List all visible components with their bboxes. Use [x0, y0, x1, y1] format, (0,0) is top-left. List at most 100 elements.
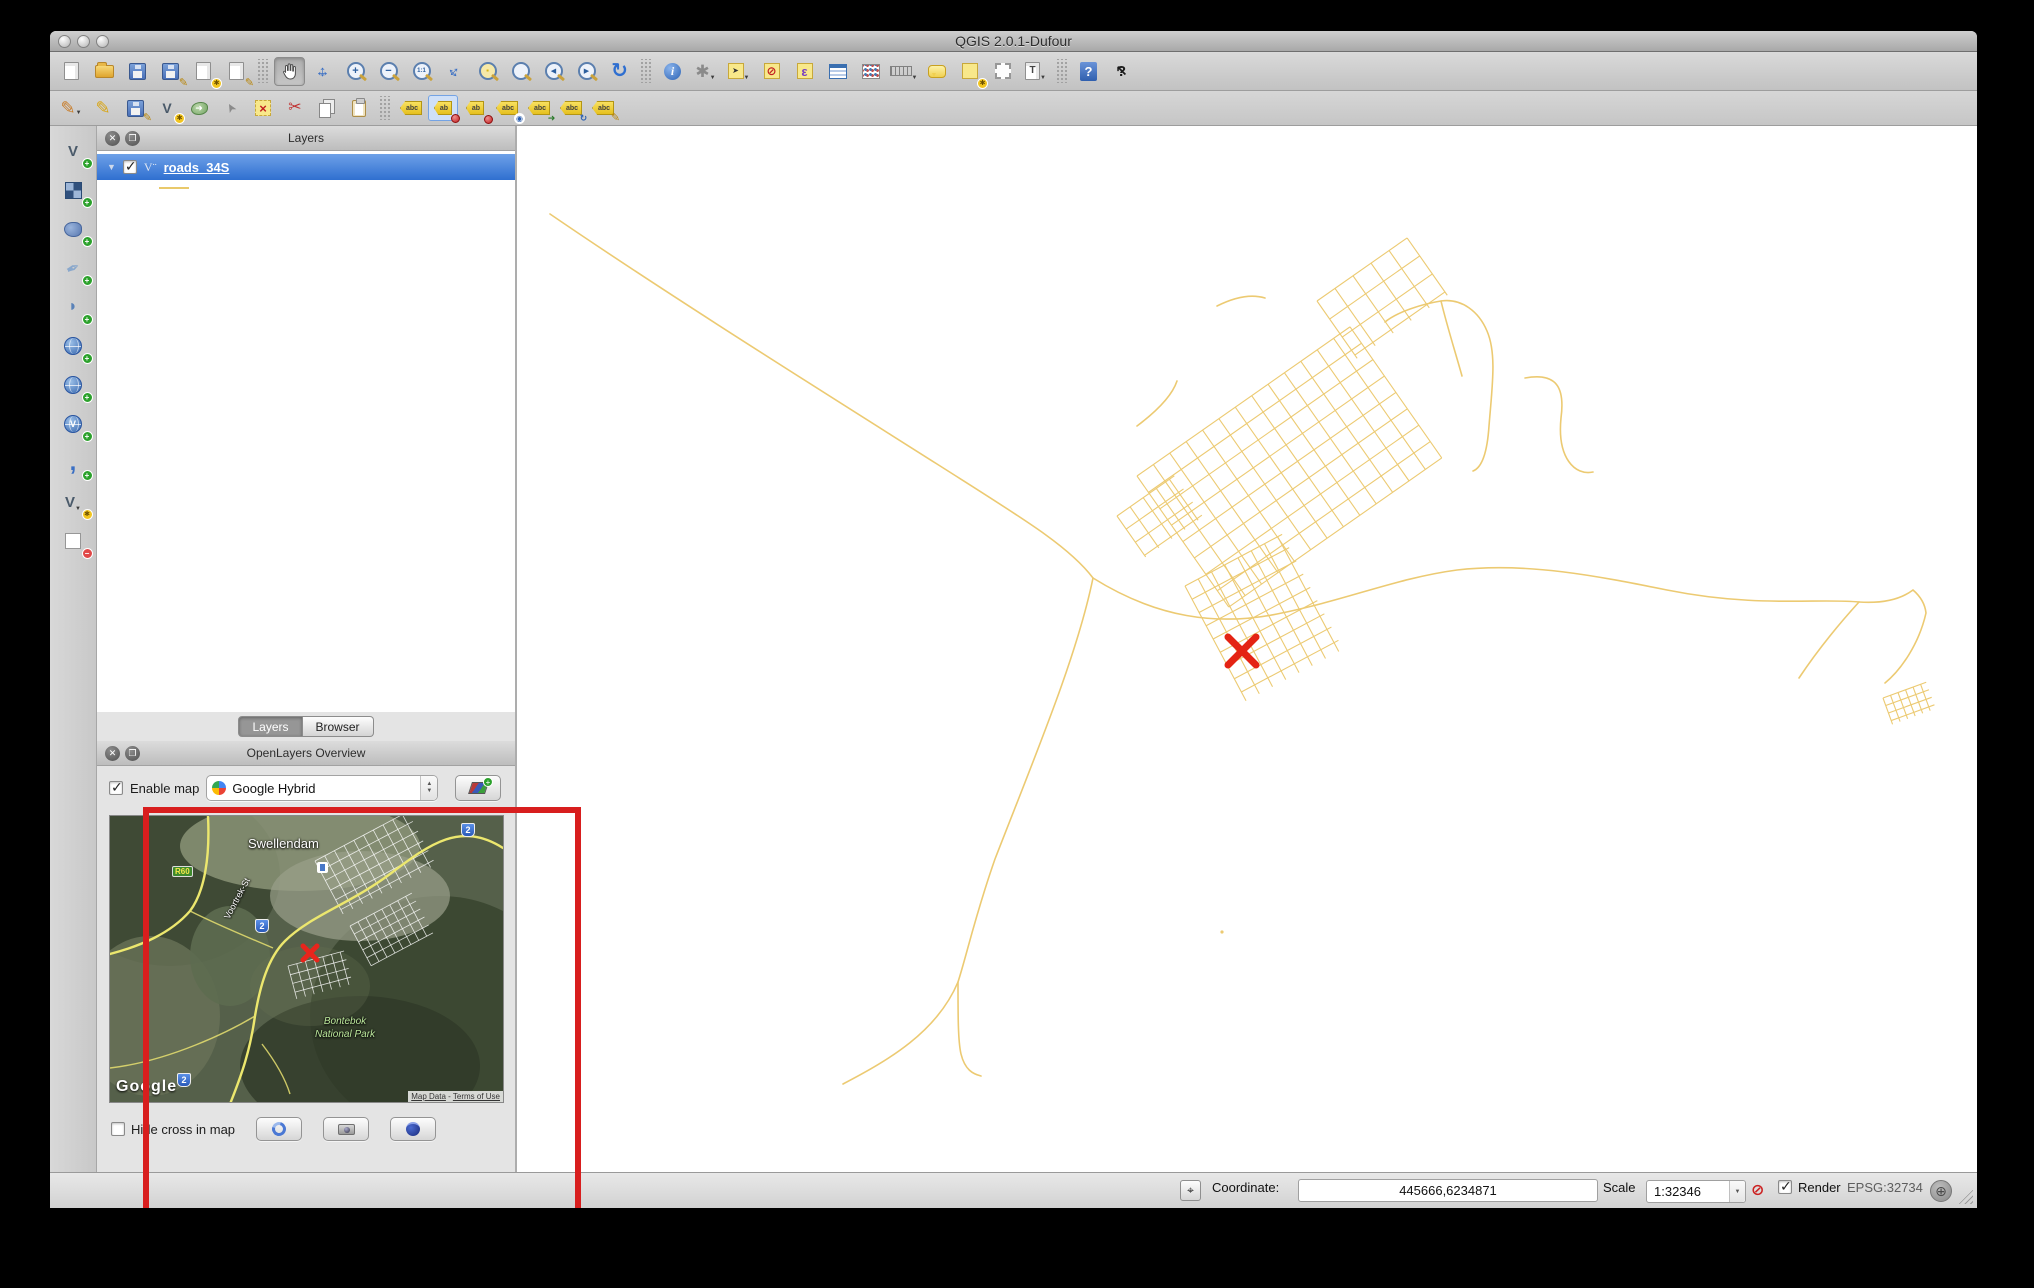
hide-cross-checkbox[interactable] [111, 1122, 125, 1136]
layers-panel-title: Layers [288, 131, 324, 145]
overview-map-thumbnail[interactable]: Swellendam R60 Voortrek-St 2 2 2 Bontebo… [109, 815, 504, 1103]
window-title: QGIS 2.0.1-Dufour [955, 33, 1072, 49]
cut-features-icon[interactable]: ✂ [280, 95, 310, 121]
map-canvas[interactable] [517, 126, 1977, 1172]
change-label-icon[interactable]: abc↻ [556, 95, 586, 121]
measure-line-icon[interactable]: ▼ [888, 57, 919, 86]
add-openlayers-layer-button[interactable]: + [455, 775, 501, 801]
open-attribute-table-icon[interactable] [822, 57, 853, 86]
expander-icon[interactable]: ▼ [107, 162, 116, 172]
current-edits-icon[interactable]: ✎▼ [56, 95, 86, 121]
zoom-last-icon[interactable]: ◀ [538, 57, 569, 86]
new-shapefile-layer-icon[interactable]: V✱▼ [57, 487, 90, 517]
map-provider-select[interactable]: Google Hybrid ▲▼ [206, 775, 438, 801]
float-panel-icon[interactable]: ❐ [125, 131, 140, 146]
new-print-composer-icon[interactable]: ✱ [188, 57, 219, 86]
node-tool-icon[interactable]: ➤ [216, 95, 246, 121]
refresh-map-icon[interactable]: ↻ [604, 57, 635, 86]
tab-browser[interactable]: Browser [303, 716, 374, 737]
zoom-in-icon[interactable]: + [340, 57, 371, 86]
earth-button[interactable] [390, 1117, 436, 1141]
zoom-to-layer-icon[interactable] [505, 57, 536, 86]
whats-this-icon[interactable]: ?↖ [1106, 57, 1137, 86]
extents-toggle-button[interactable]: ⌖ [1180, 1180, 1201, 1201]
title-bar[interactable]: QGIS 2.0.1-Dufour [50, 31, 1977, 52]
render-checkbox[interactable] [1778, 1180, 1792, 1194]
labeling-icon[interactable]: abc [396, 95, 426, 121]
paste-features-icon[interactable] [344, 95, 374, 121]
map-data-link[interactable]: Map Data [411, 1092, 446, 1101]
delete-selected-icon[interactable]: × [248, 95, 278, 121]
identify-features-icon[interactable]: i [657, 57, 688, 86]
maximize-window-icon[interactable] [96, 35, 109, 48]
pan-to-selection-icon[interactable]: ↔↕ [307, 57, 338, 86]
main-toolbar: ✎✱✎↔↕+−1:1↔↕▪◀▶↻i✱▼➤▼⊘ε▼✱T▼??↖ [50, 52, 1977, 91]
add-spatialite-layer-icon[interactable]: ✒+ [57, 253, 90, 283]
save-project-icon[interactable] [122, 57, 153, 86]
move-label-icon[interactable]: ab [460, 95, 490, 121]
coordinate-input[interactable] [1298, 1179, 1598, 1202]
add-wfs-layer-icon[interactable]: V+ [57, 409, 90, 439]
navigate-button[interactable] [256, 1117, 302, 1141]
toolbar-separator [258, 59, 268, 83]
crs-projector-icon[interactable]: ⊕ [1930, 1180, 1952, 1202]
zoom-out-icon[interactable]: − [373, 57, 404, 86]
enable-map-label: Enable map [130, 781, 199, 796]
select-features-icon[interactable]: ➤▼ [723, 57, 754, 86]
close-panel-icon[interactable]: ✕ [105, 131, 120, 146]
add-mssql-layer-icon[interactable]: ◗+ [57, 292, 90, 322]
add-vector-layer-icon[interactable]: V+ [57, 136, 90, 166]
tab-layers[interactable]: Layers [238, 716, 302, 737]
save-project-as-icon[interactable]: ✎ [155, 57, 186, 86]
close-panel-icon[interactable]: ✕ [105, 746, 120, 761]
add-postgis-layer-icon[interactable]: + [57, 214, 90, 244]
select-by-expression-icon[interactable]: ε [789, 57, 820, 86]
layer-name[interactable]: roads_34S [164, 160, 230, 175]
label-tool-icon[interactable]: ab [428, 95, 458, 121]
save-layer-edits-icon[interactable]: ✎ [120, 95, 150, 121]
help-contents-icon[interactable]: ? [1073, 57, 1104, 86]
layer-item-roads-34S[interactable]: ▼ V¨ roads_34S [97, 154, 515, 180]
layer-visibility-checkbox[interactable] [123, 160, 137, 174]
enable-map-checkbox[interactable] [109, 781, 123, 795]
add-wcs-layer-icon[interactable]: + [57, 370, 90, 400]
float-panel-icon[interactable]: ❐ [125, 746, 140, 761]
toggle-editing-icon[interactable]: ✎ [88, 95, 118, 121]
field-calculator-icon[interactable] [855, 57, 886, 86]
zoom-actual-size-icon[interactable]: 1:1 [406, 57, 437, 86]
add-delimited-text-layer-icon[interactable]: ,+ [57, 448, 90, 478]
zoom-next-icon[interactable]: ▶ [571, 57, 602, 86]
run-feature-action-icon[interactable]: ✱▼ [690, 57, 721, 86]
rotate-label-icon[interactable]: abc➜ [524, 95, 554, 121]
composer-manager-icon[interactable]: ✎ [221, 57, 252, 86]
zoom-full-icon[interactable]: ↔↕ [439, 57, 470, 86]
close-window-icon[interactable] [58, 35, 71, 48]
scale-combo[interactable]: 1:32346 ▼ [1646, 1180, 1746, 1203]
deselect-features-icon[interactable]: ⊘ [756, 57, 787, 86]
terms-link[interactable]: Terms of Use [453, 1092, 500, 1101]
add-raster-layer-icon[interactable]: + [57, 175, 90, 205]
new-bookmark-icon[interactable]: ✱ [954, 57, 985, 86]
move-feature-icon[interactable]: ➜ [184, 95, 214, 121]
minimize-window-icon[interactable] [77, 35, 90, 48]
new-project-icon[interactable] [56, 57, 87, 86]
copy-features-icon[interactable] [312, 95, 342, 121]
map-tips-icon[interactable] [921, 57, 952, 86]
add-feature-icon[interactable]: V✱ [152, 95, 182, 121]
layer-tree: ▼ V¨ roads_34S [97, 151, 515, 712]
resize-grip[interactable] [1958, 1189, 1973, 1204]
show-hide-labels-icon[interactable]: abc◉ [492, 95, 522, 121]
add-wms-layer-icon[interactable]: + [57, 331, 90, 361]
dropdown-arrow-icon[interactable]: ▼ [1729, 1181, 1745, 1202]
snapshot-button[interactable] [323, 1117, 369, 1141]
open-project-icon[interactable] [89, 57, 120, 86]
stepper-arrows-icon[interactable]: ▲▼ [420, 776, 437, 800]
stop-rendering-icon[interactable]: ⊘ [1751, 1180, 1764, 1200]
show-bookmarks-icon[interactable] [987, 57, 1018, 86]
overview-footer-controls: Hide cross in map [97, 1103, 515, 1141]
zoom-to-selection-icon[interactable]: ▪ [472, 57, 503, 86]
remove-layer-icon[interactable]: − [57, 526, 90, 556]
label-properties-icon[interactable]: abc✎ [588, 95, 618, 121]
pan-map-icon[interactable] [274, 57, 305, 86]
text-annotation-icon[interactable]: T▼ [1020, 57, 1051, 86]
